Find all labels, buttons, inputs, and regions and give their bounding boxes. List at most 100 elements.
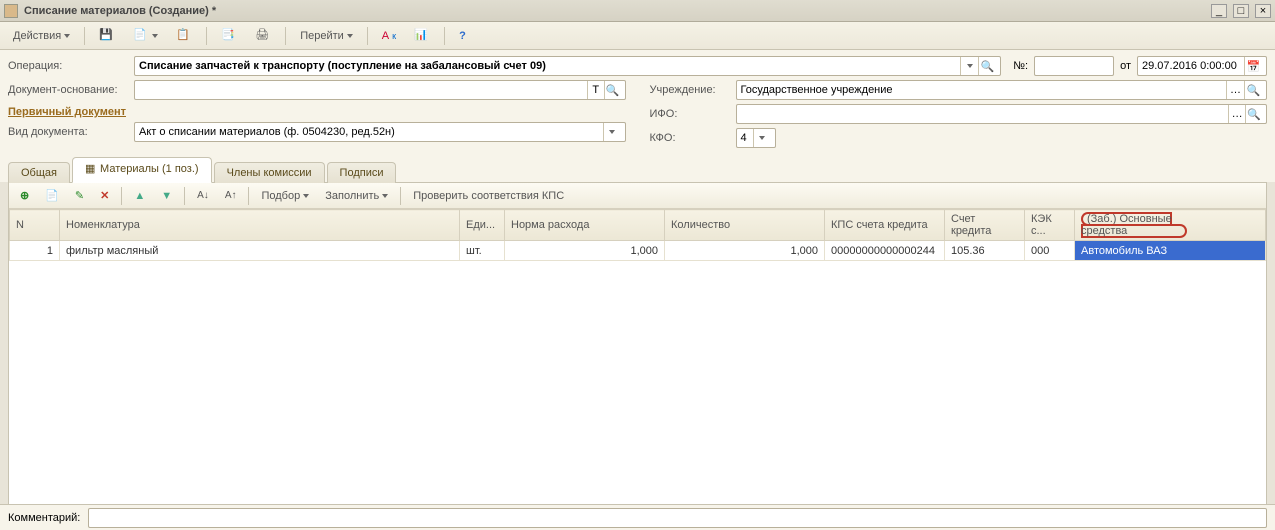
tab-materials[interactable]: ▦ Материалы (1 поз.)	[72, 157, 212, 183]
comment-label: Комментарий:	[8, 512, 80, 524]
edit-icon: ✎	[75, 189, 84, 202]
cell-norm[interactable]: 1,000	[505, 241, 665, 261]
more-icon[interactable]: …	[1226, 81, 1244, 99]
search-icon[interactable]: 🔍	[1245, 105, 1262, 123]
col-acct[interactable]: Счет кредита	[945, 210, 1025, 241]
cell-qty[interactable]: 1,000	[665, 241, 825, 261]
kfo-value: 4	[741, 132, 753, 144]
search-icon[interactable]: 🔍	[1244, 81, 1262, 99]
col-kek[interactable]: КЭК с...	[1025, 210, 1075, 241]
tab-commission[interactable]: Члены комиссии	[214, 162, 325, 183]
separator	[285, 27, 286, 45]
move-down-button[interactable]: ▼	[154, 185, 179, 207]
cell-acct[interactable]: 105.36	[945, 241, 1025, 261]
sort-asc-button[interactable]: A↓	[190, 185, 216, 207]
help-button[interactable]: ?	[452, 25, 473, 47]
col-asset[interactable]: (Заб.) Основные средства	[1075, 210, 1266, 241]
chevron-down-icon[interactable]	[960, 57, 978, 75]
grid-toolbar: ⊕ 📄 ✎ ✕ ▲ ▼ A↓ A↑ Подбор Заполнить Прове…	[9, 183, 1266, 209]
sort-desc-button[interactable]: A↑	[218, 185, 244, 207]
maximize-button[interactable]: □	[1233, 4, 1249, 18]
kfo-select[interactable]: 4	[736, 128, 776, 148]
grid-header: N Номенклатура Еди... Норма расхода Коли…	[10, 210, 1266, 241]
grid-icon: ▦	[85, 162, 97, 178]
actions-label: Действия	[13, 30, 61, 42]
add-row-button[interactable]: ⊕	[13, 185, 36, 207]
move-up-button[interactable]: ▲	[127, 185, 152, 207]
col-nomen[interactable]: Номенклатура	[60, 210, 460, 241]
sort-asc-icon: A↓	[197, 190, 209, 201]
edit-row-button[interactable]: ✎	[68, 185, 91, 207]
actions-menu[interactable]: Действия	[6, 25, 77, 47]
help-icon: ?	[459, 30, 466, 42]
close-button[interactable]: ×	[1255, 4, 1271, 18]
more-icon[interactable]: …	[1228, 105, 1245, 123]
report-icon: 📊	[414, 28, 430, 44]
goto-label: Перейти	[300, 30, 344, 42]
main-toolbar: Действия 💾 📄 📋 📑 🖨 Перейти Aк 📊 ?	[0, 22, 1275, 50]
section-primary-doc: Первичный документ	[8, 106, 626, 118]
comment-input[interactable]	[88, 508, 1267, 528]
ak-button[interactable]: Aк	[375, 25, 403, 47]
separator	[121, 187, 122, 205]
doctype-select[interactable]: Акт о списании материалов (ф. 0504230, р…	[134, 122, 626, 142]
text-select-icon[interactable]: T	[587, 81, 604, 99]
operation-value: Списание запчастей к транспорту (поступл…	[139, 60, 960, 72]
doc-button[interactable]: 📋	[169, 25, 199, 47]
clone-row-button[interactable]: 📄	[38, 185, 66, 207]
tab-body: ⊕ 📄 ✎ ✕ ▲ ▼ A↓ A↑ Подбор Заполнить Прове…	[8, 182, 1267, 514]
materials-grid[interactable]: N Номенклатура Еди... Норма расхода Коли…	[9, 209, 1266, 513]
pick-menu[interactable]: Подбор	[254, 185, 316, 207]
col-qty[interactable]: Количество	[665, 210, 825, 241]
search-icon[interactable]: 🔍	[604, 81, 621, 99]
cell-n[interactable]: 1	[10, 241, 60, 261]
ifo-select[interactable]: … 🔍	[736, 104, 1268, 124]
docbase-label: Документ-основание:	[8, 84, 128, 96]
fill-menu[interactable]: Заполнить	[318, 185, 395, 207]
calendar-icon[interactable]: 📅	[1244, 57, 1262, 75]
goto-menu[interactable]: Перейти	[293, 25, 360, 47]
separator	[444, 27, 445, 45]
col-norm[interactable]: Норма расхода	[505, 210, 665, 241]
operation-label: Операция:	[8, 60, 128, 72]
col-n[interactable]: N	[10, 210, 60, 241]
plus-icon: ⊕	[20, 189, 29, 202]
table-row[interactable]: 1 фильтр масляный шт. 1,000 1,000 000000…	[10, 241, 1266, 261]
col-unit[interactable]: Еди...	[460, 210, 505, 241]
separator	[400, 187, 401, 205]
cell-unit[interactable]: шт.	[460, 241, 505, 261]
post-button[interactable]: 📄	[126, 25, 165, 47]
search-icon[interactable]: 🔍	[978, 57, 996, 75]
copy-button[interactable]: 📑	[214, 25, 244, 47]
org-label: Учреждение:	[650, 84, 730, 96]
docbase-input[interactable]: T 🔍	[134, 80, 626, 100]
copy-icon: 📑	[221, 28, 237, 44]
window-icon	[4, 4, 18, 18]
cell-asset[interactable]: Автомобиль ВАЗ	[1075, 241, 1266, 261]
save-button[interactable]: 💾	[92, 25, 122, 47]
minimize-button[interactable]: _	[1211, 4, 1227, 18]
cell-kek[interactable]: 000	[1025, 241, 1075, 261]
cell-kps[interactable]: 00000000000000244	[825, 241, 945, 261]
cell-nomen[interactable]: фильтр масляный	[60, 241, 460, 261]
org-select[interactable]: Государственное учреждение … 🔍	[736, 80, 1268, 100]
sort-desc-icon: A↑	[225, 190, 237, 201]
number-input[interactable]	[1034, 56, 1114, 76]
chevron-down-icon	[303, 194, 309, 198]
date-value: 29.07.2016 0:00:00	[1142, 60, 1244, 72]
tab-strip: Общая ▦ Материалы (1 поз.) Члены комисси…	[0, 152, 1275, 182]
chevron-down-icon	[382, 194, 388, 198]
operation-select[interactable]: Списание запчастей к транспорту (поступл…	[134, 56, 1001, 76]
ifo-label: ИФО:	[650, 108, 730, 120]
date-input[interactable]: 29.07.2016 0:00:00 📅	[1137, 56, 1267, 76]
col-kps[interactable]: КПС счета кредита	[825, 210, 945, 241]
report-button[interactable]: 📊	[407, 25, 437, 47]
chevron-down-icon[interactable]	[753, 129, 771, 147]
tab-general[interactable]: Общая	[8, 162, 70, 183]
tab-signatures[interactable]: Подписи	[327, 162, 397, 183]
print-button[interactable]: 🖨	[248, 25, 278, 47]
chevron-down-icon[interactable]	[603, 123, 621, 141]
separator	[248, 187, 249, 205]
delete-row-button[interactable]: ✕	[93, 185, 116, 207]
check-kps-button[interactable]: Проверить соответствия КПС	[406, 185, 571, 207]
